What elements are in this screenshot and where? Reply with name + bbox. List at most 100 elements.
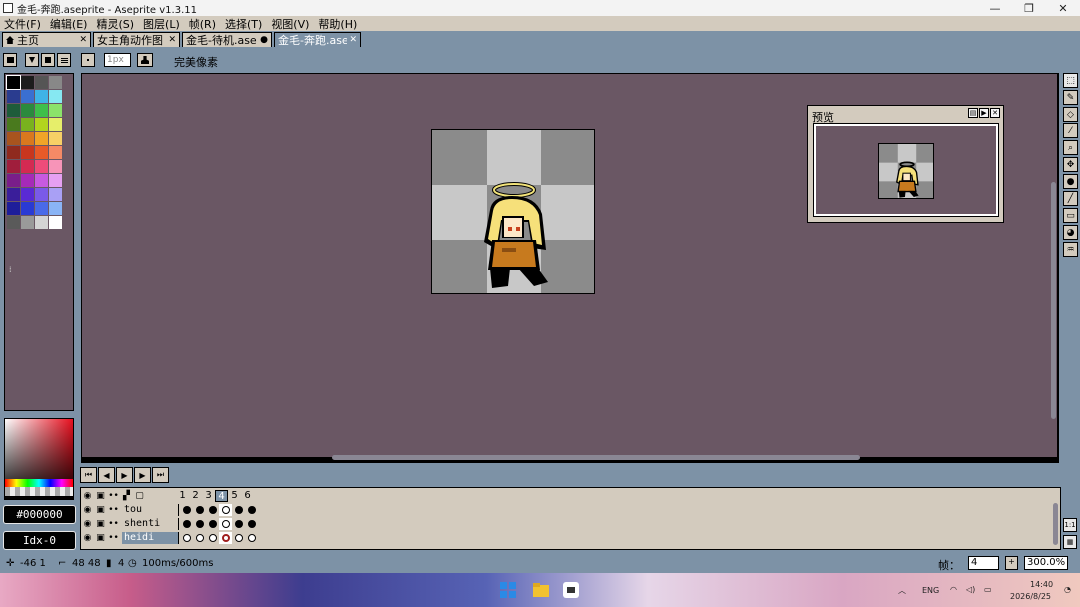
cel[interactable] xyxy=(206,518,219,530)
frame-number[interactable]: 1 xyxy=(176,490,189,502)
brush-size-input[interactable]: 1px xyxy=(104,53,131,67)
list-icon[interactable] xyxy=(57,53,71,67)
palette-swatch[interactable] xyxy=(7,132,20,145)
cel[interactable] xyxy=(206,532,219,544)
layer-continuous-icon[interactable]: •• xyxy=(107,532,120,544)
first-frame-icon[interactable]: ⏮ xyxy=(80,467,97,483)
palette-swatch[interactable] xyxy=(49,174,62,187)
cel[interactable] xyxy=(232,504,245,516)
clock-time[interactable]: 14:40 xyxy=(1030,580,1053,589)
palette-swatch[interactable] xyxy=(21,118,34,131)
cel[interactable] xyxy=(193,504,206,516)
pixel-perfect-label[interactable]: 完美像素 xyxy=(174,54,218,70)
palette-swatch[interactable] xyxy=(49,76,62,89)
palette-swatch[interactable] xyxy=(21,160,34,173)
palette-swatch[interactable] xyxy=(7,90,20,103)
tab-close-icon[interactable]: ✕ xyxy=(168,35,176,45)
palette-resize-handle[interactable]: ⁞ xyxy=(9,265,12,274)
menu-view[interactable]: 视图(V) xyxy=(271,16,309,32)
aseprite-taskbar-icon[interactable] xyxy=(563,582,579,598)
layer-visibility-icon[interactable]: ◉ xyxy=(81,504,94,516)
cel[interactable] xyxy=(245,532,258,544)
eyedropper-icon[interactable]: ⁄ xyxy=(1063,123,1078,138)
palette-swatch[interactable] xyxy=(35,132,48,145)
visibility-header-icon[interactable]: ◉ xyxy=(81,490,94,502)
cel[interactable] xyxy=(180,518,193,530)
palette-swatch[interactable] xyxy=(35,174,48,187)
prev-frame-icon[interactable]: ◀ xyxy=(98,467,115,483)
preview-window[interactable]: 预览 ▤ ▶ ✕ xyxy=(807,105,1004,223)
cel[interactable] xyxy=(180,504,193,516)
windows-start-icon[interactable] xyxy=(500,582,516,598)
restore-button[interactable]: ❐ xyxy=(1012,0,1046,16)
palette-swatch[interactable] xyxy=(49,202,62,215)
palette-swatch[interactable] xyxy=(35,146,48,159)
tab-close-icon[interactable]: ✕ xyxy=(347,35,357,45)
timeline-zoom-icon[interactable]: 1:1 xyxy=(1063,518,1077,532)
notification-icon[interactable]: ◔ xyxy=(1064,585,1071,594)
frame-number[interactable]: 4 xyxy=(215,489,228,502)
zoom-dropdown-icon[interactable]: + xyxy=(1005,556,1018,570)
vertical-scrollbar[interactable] xyxy=(1051,182,1056,419)
palette-swatch[interactable] xyxy=(7,146,20,159)
tab-modified-icon[interactable]: ● xyxy=(258,35,268,45)
zoom-input[interactable]: 300.0% xyxy=(1024,556,1068,570)
smudge-icon[interactable]: ♒ xyxy=(1063,242,1078,257)
hue-slider[interactable] xyxy=(4,479,74,487)
palette-swatch[interactable] xyxy=(49,118,62,131)
palette-swatch[interactable] xyxy=(7,104,20,117)
brush-type-icon[interactable] xyxy=(81,53,95,67)
layer-row[interactable]: ◉ ▣ •• shenti xyxy=(81,517,258,530)
palette-swatch[interactable] xyxy=(49,160,62,173)
palette-swatch[interactable] xyxy=(35,118,48,131)
cel[interactable] xyxy=(193,532,206,544)
palette-swatch[interactable] xyxy=(21,132,34,145)
minimize-button[interactable]: — xyxy=(978,0,1012,16)
last-frame-icon[interactable]: ⏭ xyxy=(152,467,169,483)
foreground-hex-field[interactable]: #000000 xyxy=(3,505,76,524)
cel[interactable] xyxy=(206,504,219,516)
tab-golden-idle[interactable]: 金毛-待机.ase ● xyxy=(182,32,272,47)
layer-group-icon[interactable]: ▞ xyxy=(120,490,133,502)
play-icon[interactable]: ▶ xyxy=(116,467,133,483)
palette-swatch[interactable] xyxy=(7,118,20,131)
palette-swatch[interactable] xyxy=(7,202,20,215)
move-icon[interactable]: ✥ xyxy=(1063,157,1078,172)
frame-number[interactable]: 2 xyxy=(189,490,202,502)
palette-swatch[interactable] xyxy=(7,216,20,229)
layer-lock-icon[interactable]: ▣ xyxy=(94,518,107,530)
down-arrow-icon[interactable] xyxy=(25,53,39,67)
palette-swatch[interactable] xyxy=(35,216,48,229)
next-frame-icon[interactable]: ▶ xyxy=(134,467,151,483)
layer-name[interactable]: heidi xyxy=(122,531,179,544)
cel[interactable] xyxy=(232,518,245,530)
menu-sprite[interactable]: 精灵(S) xyxy=(96,16,134,32)
file-explorer-icon[interactable] xyxy=(533,582,549,598)
palette-swatch[interactable] xyxy=(35,188,48,201)
layer-visibility-icon[interactable]: ◉ xyxy=(81,518,94,530)
palette-swatch[interactable] xyxy=(49,104,62,117)
palette-swatch[interactable] xyxy=(7,174,20,187)
stamp-icon[interactable] xyxy=(137,53,153,67)
menu-edit[interactable]: 编辑(E) xyxy=(50,16,88,32)
lock-header-icon[interactable]: ▣ xyxy=(94,490,107,502)
horizontal-scrollbar[interactable] xyxy=(332,455,860,460)
layer-name[interactable]: shenti xyxy=(122,517,179,530)
layer-lock-icon[interactable]: ▣ xyxy=(94,532,107,544)
wifi-icon[interactable]: ◠ xyxy=(950,585,957,594)
palette-swatch[interactable] xyxy=(35,202,48,215)
menu-help[interactable]: 帮助(H) xyxy=(318,16,357,32)
palette-swatch[interactable] xyxy=(21,76,34,89)
palette-swatch[interactable] xyxy=(49,90,62,103)
close-button[interactable]: ✕ xyxy=(1046,0,1080,16)
palette-swatch[interactable] xyxy=(7,188,20,201)
language-indicator[interactable]: ENG xyxy=(922,586,939,595)
palette-swatch[interactable] xyxy=(35,160,48,173)
timeline-config-icon[interactable]: ▦ xyxy=(1063,535,1077,549)
cel[interactable] xyxy=(219,531,232,544)
palette-swatch[interactable] xyxy=(49,188,62,201)
new-layer-icon[interactable]: ▢ xyxy=(133,490,146,502)
palette-swatch[interactable] xyxy=(21,174,34,187)
alpha-slider[interactable] xyxy=(4,487,74,497)
palette-swatch[interactable] xyxy=(35,76,48,89)
